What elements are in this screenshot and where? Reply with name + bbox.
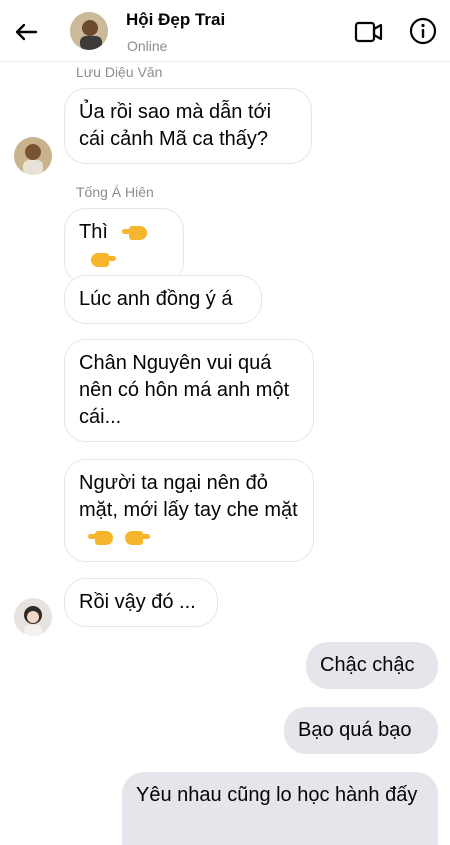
message-text: Yêu nhau cũng lo học hành đấy (136, 784, 418, 806)
message-text: Chậc chậc (320, 654, 415, 676)
sender-avatar[interactable] (14, 137, 52, 175)
message-text: Người ta ngại nên đỏ mặt, mới lấy tay ch… (79, 472, 298, 521)
sender-name: Tống Á Hiên (76, 184, 154, 200)
message-bubble[interactable]: Thì (64, 208, 184, 284)
message-text: Lúc anh đồng ý á (79, 288, 233, 310)
pointing-hands-emoji (85, 526, 150, 548)
message-text: Rồi vậy đó ... (79, 591, 196, 613)
message-bubble[interactable]: Yêu nhau cũng lo học hành đấy (122, 772, 438, 845)
message-text: Chân Nguyên vui quá nên có hôn má anh mộ… (79, 352, 290, 428)
sender-avatar[interactable] (14, 598, 52, 636)
info-circle-icon (409, 17, 437, 45)
sender-name: Lưu Diệu Văn (76, 64, 163, 80)
message-bubble[interactable]: Ủa rồi sao mà dẫn tới cái cảnh Mã ca thấ… (64, 88, 312, 164)
message-bubble[interactable]: Chân Nguyên vui quá nên có hôn má anh mộ… (64, 339, 314, 442)
message-text: Ủa rồi sao mà dẫn tới cái cảnh Mã ca thấ… (79, 101, 272, 150)
message-text: Thì (79, 221, 108, 243)
chat-header: Hội Đẹp Trai Online (0, 0, 450, 62)
contact-name[interactable]: Hội Đẹp Trai (126, 10, 225, 30)
back-button[interactable] (10, 16, 42, 48)
info-button[interactable] (408, 16, 438, 46)
message-bubble[interactable]: Chậc chậc (306, 642, 438, 689)
video-call-button[interactable] (353, 18, 385, 46)
contact-avatar[interactable] (70, 12, 108, 50)
video-camera-icon (354, 21, 383, 43)
message-text: Bạo quá bạo (298, 719, 412, 741)
message-bubble[interactable]: Lúc anh đồng ý á (64, 275, 262, 324)
message-bubble[interactable]: Người ta ngại nên đỏ mặt, mới lấy tay ch… (64, 459, 314, 562)
contact-status: Online (127, 38, 168, 54)
message-bubble[interactable]: Bạo quá bạo (284, 707, 438, 754)
arrow-left-icon (15, 23, 38, 41)
message-bubble[interactable]: Rồi vậy đó ... (64, 578, 218, 627)
